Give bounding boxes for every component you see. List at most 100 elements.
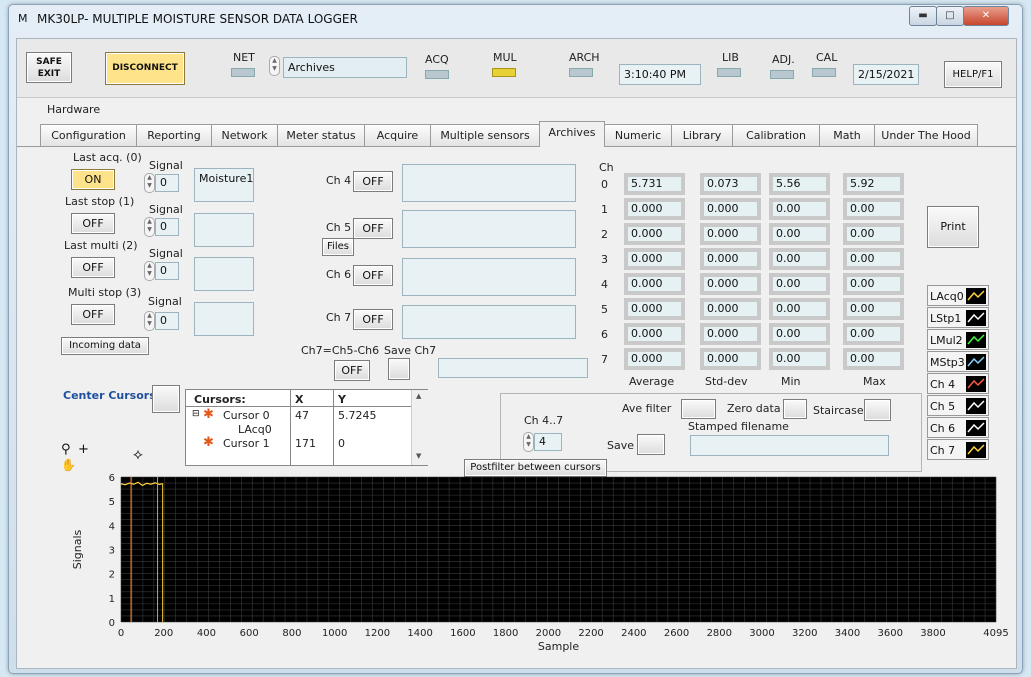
save-button[interactable] [637,434,665,455]
print-button[interactable]: Print [927,206,979,248]
tab-calibration[interactable]: Calibration [732,124,820,146]
cal-led [812,68,836,77]
lib-led [717,68,741,77]
ch7-toggle[interactable]: OFF [353,309,393,330]
last-multi-toggle[interactable]: OFF [71,257,115,278]
close-button[interactable]: ✕ [963,6,1009,26]
mode-spinner[interactable]: ▲ ▼ [269,56,280,76]
max-value: 0.00 [843,348,904,370]
last-stop-toggle[interactable]: OFF [71,213,115,234]
ch47-spinner[interactable]: ▲ ▼ [523,432,534,452]
signal-spinner-0[interactable]: ▲ ▼ [144,173,155,193]
incoming-data-button[interactable]: Incoming data [61,337,149,355]
legend-item[interactable]: Ch 7 [927,439,989,460]
x-tick-label: 1600 [450,628,475,639]
signals-chart[interactable]: 0 200 400 600 800 1000 1200 1400 1600 1800 2000 220… [69,469,1014,669]
signal-spinner-3[interactable]: ▲ ▼ [144,311,155,331]
staircase-button[interactable] [864,399,891,421]
stddev-value: 0.000 [700,323,761,345]
min-value: 0.00 [769,348,830,370]
scroll-up-icon[interactable]: ▲ [416,392,421,400]
collapse-icon[interactable]: ⊟ [192,409,200,419]
x-tick-label: 3800 [920,628,945,639]
zero-data-button[interactable] [783,399,807,419]
ch5-toggle[interactable]: OFF [353,218,393,239]
cursor-1-x: 171 [295,437,316,450]
legend-item[interactable]: LMul2 [927,329,989,350]
legend-label: MStp3 [930,356,965,369]
ch47-value[interactable]: 4 [534,433,562,451]
cursor-move-icon[interactable]: ⟡ [133,445,143,463]
app-icon: M [18,12,28,25]
staircase-label: Staircase [813,404,864,417]
tab-reporting[interactable]: Reporting [136,124,212,146]
stddev-value: 0.073 [700,173,761,195]
cursor-1-y: 0 [338,437,345,450]
tab-numeric[interactable]: Numeric [604,124,672,146]
signal-spinner-2[interactable]: ▲ ▼ [144,261,155,281]
center-cursors-button[interactable] [152,385,180,413]
help-button[interactable]: HELP/F1 [944,61,1002,88]
tab-archives[interactable]: Archives [539,121,605,147]
tab-configuration[interactable]: Configuration [40,124,137,146]
min-value: 0.00 [769,323,830,345]
legend-item[interactable]: Ch 4 [927,373,989,394]
ch6-toggle[interactable]: OFF [353,265,393,286]
maximize-button[interactable]: □ [936,6,964,26]
cursor-col-divider [290,390,291,465]
tab-meter-status[interactable]: Meter status [277,124,365,146]
signal-value-2[interactable]: 0 [155,262,179,280]
crosshair-icon[interactable]: + [78,442,89,457]
tab-multiple-sensors[interactable]: Multiple sensors [430,124,540,146]
x-tick-label: 4095 [983,628,1008,639]
top-toolbar: SAFE EXIT DISCONNECT NET ▲ ▼ Archives ACQ… [17,39,1016,98]
average-value: 5.731 [624,173,685,195]
zoom-icon[interactable]: ⚲ [61,442,71,457]
tab-acquire[interactable]: Acquire [364,124,431,146]
safe-exit-button[interactable]: SAFE EXIT [26,52,72,83]
legend-item[interactable]: LStp1 [927,307,989,328]
disconnect-button[interactable]: DISCONNECT [105,52,185,85]
last-acq-toggle[interactable]: ON [71,169,115,190]
save-ch7-button[interactable] [388,358,410,380]
legend-label: Ch 4 [930,378,956,391]
legend-item[interactable]: Ch 5 [927,395,989,416]
net-led [231,68,255,77]
ave-filter-button[interactable] [681,399,716,419]
multi-stop-toggle[interactable]: OFF [71,304,115,325]
signal-name-1 [194,213,254,247]
ch4-toggle[interactable]: OFF [353,171,393,192]
minimize-button[interactable]: ▬ [909,6,937,26]
signal-value-0[interactable]: 0 [155,174,179,192]
legend-item[interactable]: Ch 6 [927,417,989,438]
stddev-value: 0.000 [700,298,761,320]
legend-item[interactable]: MStp3 [927,351,989,372]
average-value: 0.000 [624,248,685,270]
y-tick-label: 4 [109,521,115,532]
last-multi-label: Last multi (2) [64,239,138,252]
legend-item[interactable]: LAcq0 [927,285,989,306]
hardware-tab[interactable]: Hardware [47,103,100,116]
cursor-0-name[interactable]: Cursor 0 [223,409,270,422]
ch7-formula-label: Ch7=Ch5-Ch6 [301,344,380,357]
cursor-scrollbar[interactable]: ▲ ▼ [411,390,428,465]
cal-label: CAL [816,51,838,64]
tab-under-the-hood[interactable]: Under The Hood [874,124,978,146]
stamped-filename-field[interactable] [690,435,889,456]
center-cursors-label: Center Cursors [63,389,156,402]
tab-math[interactable]: Math [819,124,875,146]
cursor-marker-icon: ✱ [203,435,214,450]
stats-header-3: Max [863,375,886,388]
signal-spinner-1[interactable]: ▲ ▼ [144,217,155,237]
tab-network[interactable]: Network [211,124,278,146]
signal-value-1[interactable]: 0 [155,218,179,236]
ch7-formula-toggle[interactable]: OFF [334,360,370,381]
files-button[interactable]: Files [322,238,354,256]
adj-led [770,70,794,79]
cursor-1-name[interactable]: Cursor 1 [223,437,270,450]
channel-index: 6 [601,328,608,341]
signal-value-3[interactable]: 0 [155,312,179,330]
average-value: 0.000 [624,323,685,345]
tab-library[interactable]: Library [671,124,733,146]
scroll-down-icon[interactable]: ▼ [416,452,421,460]
